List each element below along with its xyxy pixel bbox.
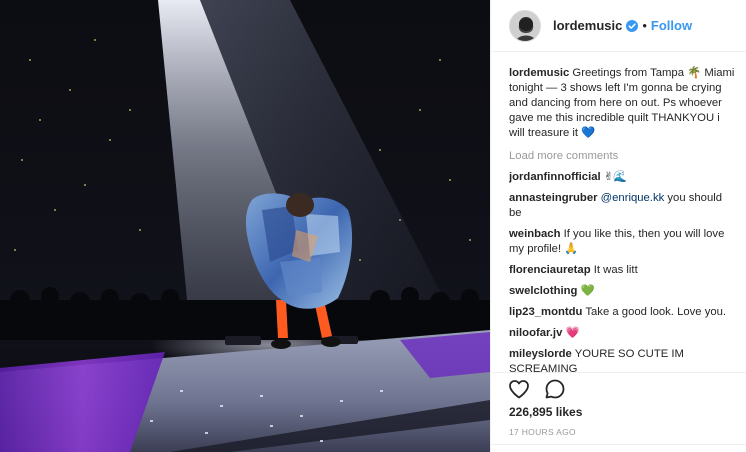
comment-username[interactable]: florenciauretap <box>509 264 591 276</box>
comment-username[interactable]: jordanfinnofficial <box>509 171 601 183</box>
profile-picture <box>510 10 540 41</box>
follow-button[interactable]: Follow <box>651 18 692 33</box>
comment-username[interactable]: swelclothing <box>509 285 577 297</box>
verified-badge-icon <box>626 19 639 32</box>
avatar[interactable] <box>509 9 541 42</box>
comment: lip23_montdu Take a good look. Love you. <box>509 305 737 320</box>
caption-username[interactable]: lordemusic <box>509 67 569 79</box>
post-actions <box>491 372 746 404</box>
comment-text: 💗 <box>565 327 580 339</box>
post-timestamp: 17 HOURS AGO <box>509 427 576 437</box>
post-caption: lordemusic Greetings from Tampa 🌴 Miami … <box>509 66 737 141</box>
post-side-panel: lordemusic • Follow lordemusic Greetings… <box>490 0 746 452</box>
comment-username[interactable]: niloofar.jv <box>509 327 562 339</box>
header-username[interactable]: lordemusic <box>553 18 622 33</box>
comments-list: lordemusic Greetings from Tampa 🌴 Miami … <box>509 66 737 372</box>
post-header: lordemusic • Follow <box>491 0 746 52</box>
load-more-comments-button[interactable]: Load more comments <box>509 149 737 164</box>
speech-bubble-icon[interactable] <box>543 377 567 401</box>
comment: jordanfinnofficial ✌🌊 <box>509 170 737 185</box>
comment: niloofar.jv 💗 <box>509 326 737 341</box>
comment-text: It was litt <box>593 264 638 276</box>
comment-username[interactable]: annasteingruber <box>509 192 598 204</box>
header-separator: • <box>642 18 647 33</box>
concert-stage-image <box>0 0 490 452</box>
comment: swelclothing 💚 <box>509 284 737 299</box>
comment-text: 💚 <box>580 285 595 297</box>
comment-text: Take a good look. Love you. <box>585 306 727 318</box>
likes-count[interactable]: 226,895 likes <box>509 405 582 419</box>
comment: weinbach If you like this, then you will… <box>509 227 737 257</box>
comment-username[interactable]: lip23_montdu <box>509 306 582 318</box>
post-photo[interactable] <box>0 0 490 452</box>
comment-text: ✌🌊 <box>603 171 628 183</box>
comment-mention[interactable]: @enrique.kk <box>601 192 665 204</box>
comment-username[interactable]: mileyslorde <box>509 348 572 360</box>
comment: florenciauretap It was litt <box>509 263 737 278</box>
comment-username[interactable]: weinbach <box>509 228 560 240</box>
heart-outline-icon[interactable] <box>507 377 531 401</box>
comment: annasteingruber @enrique.kk you should b… <box>509 191 737 221</box>
divider <box>491 444 746 445</box>
comment: mileyslorde YOURE SO CUTE IM SCREAMING <box>509 347 737 372</box>
